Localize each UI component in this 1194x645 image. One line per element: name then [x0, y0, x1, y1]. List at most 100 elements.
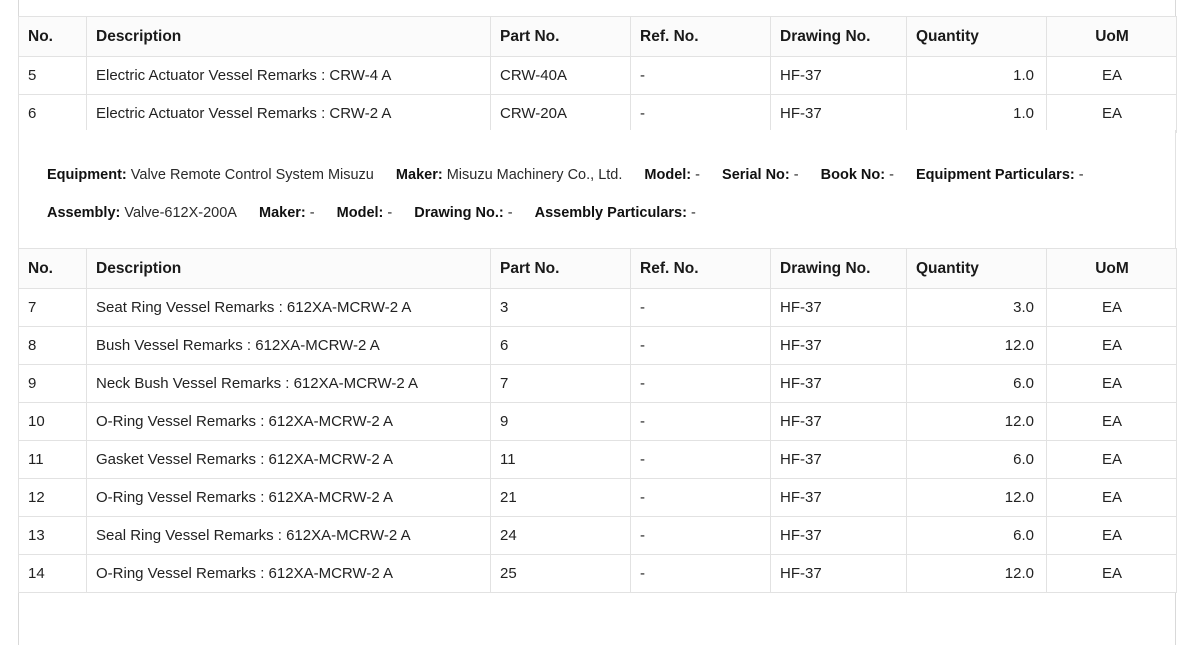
cell-description: Electric Actuator Vessel Remarks : CRW-4… — [86, 56, 491, 95]
meta-assembly-maker-key: Maker: — [259, 205, 306, 221]
cell-part-no: CRW-40A — [490, 56, 631, 95]
cell-quantity: 3.0 — [906, 288, 1047, 327]
column-header-no[interactable]: No. — [18, 248, 87, 289]
cell-ref-no: - — [630, 516, 771, 555]
cell-part-no: 9 — [490, 402, 631, 441]
parts-table-bottom-header: No. Description Part No. Ref. No. Drawin… — [18, 248, 1177, 289]
table-row: 11 Gasket Vessel Remarks : 612XA-MCRW-2 … — [18, 440, 1177, 479]
cell-uom: EA — [1046, 478, 1177, 517]
cell-uom: EA — [1046, 440, 1177, 479]
table-header-row: No. Description Part No. Ref. No. Drawin… — [18, 248, 1177, 289]
table-row: 12 O-Ring Vessel Remarks : 612XA-MCRW-2 … — [18, 478, 1177, 517]
cell-quantity: 12.0 — [906, 326, 1047, 365]
parts-table-bottom-section: No. Description Part No. Ref. No. Drawin… — [18, 248, 1177, 593]
meta-assembly-model-key: Model: — [336, 205, 384, 221]
meta-serial-no-key: Serial No: — [722, 167, 790, 183]
cell-quantity: 1.0 — [906, 94, 1047, 133]
column-header-description[interactable]: Description — [86, 16, 491, 57]
cell-uom: EA — [1046, 402, 1177, 441]
cell-uom: EA — [1046, 554, 1177, 593]
cell-drawing-no: HF-37 — [770, 478, 907, 517]
cell-no: 7 — [18, 288, 87, 327]
column-header-quantity[interactable]: Quantity — [906, 16, 1047, 57]
assembly-meta-line: Assembly: Valve-612X-200A Maker: - Model… — [47, 194, 1147, 232]
meta-assembly-particulars-key: Assembly Particulars: — [534, 205, 687, 221]
cell-no: 12 — [18, 478, 87, 517]
cell-drawing-no: HF-37 — [770, 94, 907, 133]
cell-no: 11 — [18, 440, 87, 479]
column-header-drawing-no[interactable]: Drawing No. — [770, 248, 907, 289]
cell-description: Seal Ring Vessel Remarks : 612XA-MCRW-2 … — [86, 516, 491, 555]
meta-assembly-value: Valve-612X-200A — [124, 205, 237, 221]
meta-assembly: Assembly: Valve-612X-200A — [47, 205, 237, 221]
column-header-uom[interactable]: UoM — [1046, 248, 1177, 289]
column-header-description[interactable]: Description — [86, 248, 491, 289]
column-header-part-no[interactable]: Part No. — [490, 248, 631, 289]
cell-description: Seat Ring Vessel Remarks : 612XA-MCRW-2 … — [86, 288, 491, 327]
table-row: 9 Neck Bush Vessel Remarks : 612XA-MCRW-… — [18, 364, 1177, 403]
cell-drawing-no: HF-37 — [770, 554, 907, 593]
cell-part-no: 3 — [490, 288, 631, 327]
cell-uom: EA — [1046, 516, 1177, 555]
meta-serial-no-value: - — [793, 167, 799, 183]
column-header-uom[interactable]: UoM — [1046, 16, 1177, 57]
meta-assembly-particulars-value: - — [690, 205, 696, 221]
cell-drawing-no: HF-37 — [770, 440, 907, 479]
cell-drawing-no: HF-37 — [770, 326, 907, 365]
cell-ref-no: - — [630, 478, 771, 517]
cell-part-no: 7 — [490, 364, 631, 403]
cell-description: O-Ring Vessel Remarks : 612XA-MCRW-2 A — [86, 478, 491, 517]
meta-assembly-maker: Maker: - — [259, 205, 315, 221]
meta-equipment-model: Model: - — [644, 167, 700, 183]
parts-table-top: No. Description Part No. Ref. No. Drawin… — [18, 16, 1177, 133]
meta-book-no: Book No: - — [821, 167, 894, 183]
column-header-part-no[interactable]: Part No. — [490, 16, 631, 57]
cell-no: 14 — [18, 554, 87, 593]
meta-equipment-model-key: Model: — [644, 167, 692, 183]
cell-no: 10 — [18, 402, 87, 441]
meta-book-no-key: Book No: — [820, 167, 886, 183]
table-row: 5 Electric Actuator Vessel Remarks : CRW… — [18, 56, 1177, 95]
table-row: 8 Bush Vessel Remarks : 612XA-MCRW-2 A 6… — [18, 326, 1177, 365]
table-row: 10 O-Ring Vessel Remarks : 612XA-MCRW-2 … — [18, 402, 1177, 441]
column-header-ref-no[interactable]: Ref. No. — [630, 248, 771, 289]
cell-no: 8 — [18, 326, 87, 365]
cell-uom: EA — [1046, 364, 1177, 403]
cell-drawing-no: HF-37 — [770, 56, 907, 95]
table-header-row: No. Description Part No. Ref. No. Drawin… — [18, 16, 1177, 57]
column-header-drawing-no[interactable]: Drawing No. — [770, 16, 907, 57]
cell-description: O-Ring Vessel Remarks : 612XA-MCRW-2 A — [86, 554, 491, 593]
table-row: 6 Electric Actuator Vessel Remarks : CRW… — [18, 94, 1177, 133]
meta-serial-no: Serial No: - — [722, 167, 799, 183]
meta-equipment-maker-value: Misuzu Machinery Co., Ltd. — [446, 167, 623, 183]
meta-equipment-particulars: Equipment Particulars: - — [916, 167, 1084, 183]
cell-quantity: 12.0 — [906, 554, 1047, 593]
meta-assembly-drawing-no: Drawing No.: - — [414, 205, 512, 221]
cell-uom: EA — [1046, 326, 1177, 365]
cell-uom: EA — [1046, 94, 1177, 133]
cell-ref-no: - — [630, 56, 771, 95]
meta-equipment-particulars-value: - — [1078, 167, 1084, 183]
meta-assembly-model: Model: - — [337, 205, 393, 221]
meta-equipment-key: Equipment: — [47, 167, 127, 183]
cell-quantity: 6.0 — [906, 364, 1047, 403]
cell-quantity: 12.0 — [906, 402, 1047, 441]
column-header-quantity[interactable]: Quantity — [906, 248, 1047, 289]
cell-part-no: 11 — [490, 440, 631, 479]
cell-ref-no: - — [630, 94, 771, 133]
column-header-ref-no[interactable]: Ref. No. — [630, 16, 771, 57]
cell-ref-no: - — [630, 440, 771, 479]
cell-uom: EA — [1046, 288, 1177, 327]
meta-equipment-maker: Maker: Misuzu Machinery Co., Ltd. — [396, 167, 622, 183]
equipment-meta-line: Equipment: Valve Remote Control System M… — [47, 156, 1147, 194]
cell-description: Neck Bush Vessel Remarks : 612XA-MCRW-2 … — [86, 364, 491, 403]
parts-table-bottom-body: 7 Seat Ring Vessel Remarks : 612XA-MCRW-… — [18, 288, 1177, 593]
table-row: 7 Seat Ring Vessel Remarks : 612XA-MCRW-… — [18, 288, 1177, 327]
cell-description: Electric Actuator Vessel Remarks : CRW-2… — [86, 94, 491, 133]
cell-quantity: 6.0 — [906, 440, 1047, 479]
cell-no: 13 — [18, 516, 87, 555]
cell-drawing-no: HF-37 — [770, 516, 907, 555]
cell-drawing-no: HF-37 — [770, 364, 907, 403]
meta-assembly-maker-value: - — [309, 205, 315, 221]
column-header-no[interactable]: No. — [18, 16, 87, 57]
